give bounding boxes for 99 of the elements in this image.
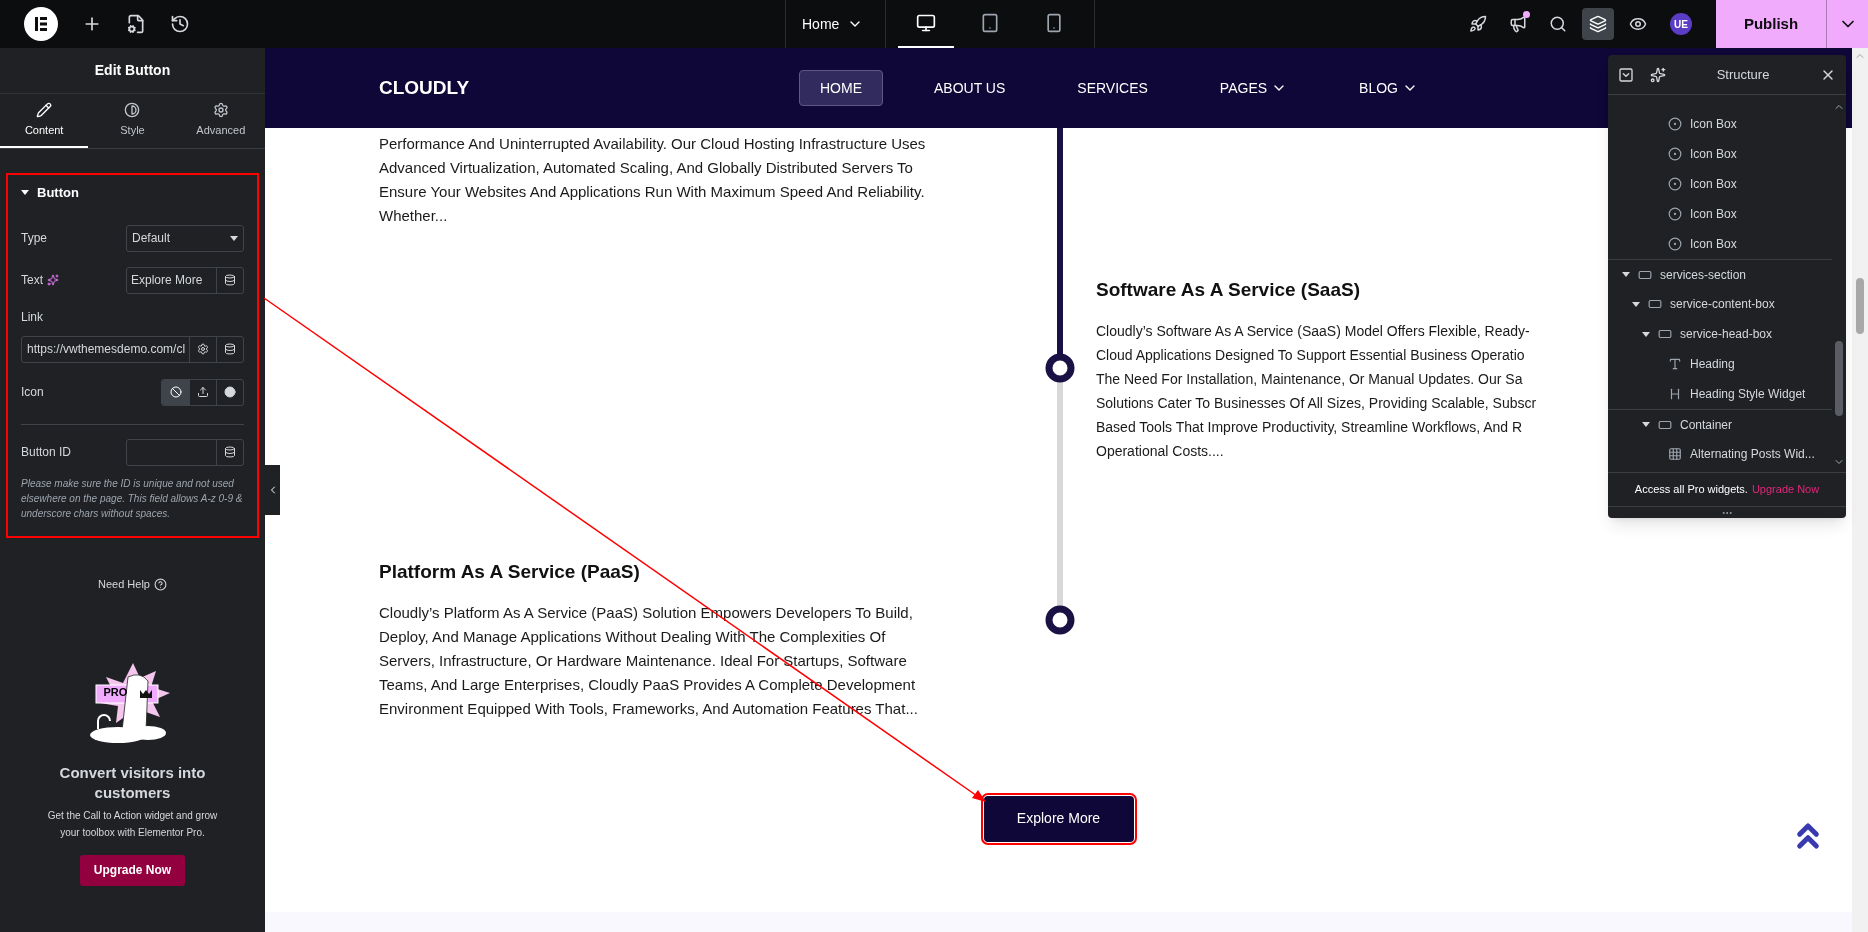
circle-dot-icon: [1668, 237, 1682, 251]
structure-item[interactable]: service-content-box: [1608, 289, 1832, 319]
post-excerpt-line: Operational Costs....: [1096, 441, 1225, 461]
field-label: Type: [21, 230, 47, 247]
post-excerpt-line: Solutions Cater To Businesses Of All Sizes, Providing Scalable, Subscr: [1096, 393, 1538, 413]
post-heading: Platform As A Service (PaaS): [379, 560, 641, 584]
structure-item[interactable]: Container: [1608, 409, 1832, 439]
panel-tab[interactable]: Content: [0, 94, 89, 148]
structure-item[interactable]: Icon Box: [1608, 199, 1832, 229]
container-icon: [1658, 327, 1672, 341]
caret-icon: [1622, 272, 1630, 277]
contrast-icon: [124, 101, 141, 118]
upload-icon: [197, 386, 209, 398]
nav-link[interactable]: BLOG: [1338, 70, 1439, 106]
upgrade-button[interactable]: Upgrade Now: [80, 854, 185, 886]
caret-icon: [1632, 301, 1640, 307]
structure-item[interactable]: Icon Box: [1608, 229, 1832, 259]
heading-icon: [1668, 387, 1682, 401]
post-excerpt-line: Based Tools That Improve Productivity, Streamline Workflows, And R: [1096, 417, 1524, 437]
layers-button[interactable]: [1582, 8, 1614, 40]
structure-item[interactable]: Alternating Posts Wid...: [1608, 439, 1832, 469]
panel-title: Edit Button: [94, 61, 171, 80]
structure-title: Structure: [1715, 65, 1771, 84]
post-heading: Software As A Service (SaaS): [1096, 278, 1360, 302]
promo-text: Access all Pro widgets.: [1634, 482, 1748, 498]
explore-more-button[interactable]: Explore More: [983, 795, 1134, 842]
user-avatar[interactable]: UE: [1670, 13, 1692, 35]
panel-tab[interactable]: Advanced: [176, 94, 265, 148]
scrollbar-thumb[interactable]: [1835, 341, 1843, 416]
nav-link[interactable]: PAGES: [1198, 70, 1309, 106]
settings-icon: [212, 101, 229, 118]
gear-icon: [197, 343, 209, 355]
logo-icon[interactable]: [24, 7, 58, 41]
mobile-icon: [1044, 13, 1064, 33]
sparkle-icon[interactable]: [1650, 66, 1666, 83]
database-icon: [224, 343, 236, 355]
field-label: Button ID: [21, 444, 72, 461]
link-field[interactable]: https://vwthemesdemo.com/cl: [21, 335, 244, 363]
circle-dot-icon: [1668, 177, 1682, 191]
circle-dot-icon: [1668, 207, 1682, 221]
structure-item[interactable]: services-section: [1608, 259, 1832, 289]
layers-icon: [1589, 15, 1607, 33]
caret-icon: [21, 190, 29, 196]
structure-item[interactable]: Heading Style Widget: [1608, 379, 1832, 409]
structure-item[interactable]: Heading: [1608, 349, 1832, 379]
site-logo[interactable]: CLOUDLY: [379, 73, 799, 103]
field-label: Text: [21, 272, 43, 289]
button-id-field[interactable]: [126, 438, 244, 466]
promo-text: Get the Call to Action widget and grow your toolbox with Elementor Pro.: [46, 808, 219, 840]
post-excerpt-line: Cloud Applications Designed To Support Essential Business Operatio: [1096, 345, 1526, 365]
upgrade-link[interactable]: Upgrade Now: [1751, 481, 1820, 498]
text-field[interactable]: Explore More: [126, 266, 244, 294]
post-excerpt-line: Cloudly’s Software As A Service (SaaS) Model Offers Flexible, Ready-: [1096, 321, 1531, 341]
container-icon: [1648, 297, 1662, 311]
nav-link[interactable]: ABOUT US: [913, 70, 1027, 106]
megaphone-icon: [1509, 15, 1527, 33]
section-header[interactable]: Button: [21, 183, 79, 203]
structure-item[interactable]: service-head-box: [1608, 319, 1832, 349]
pencil-icon: [36, 101, 53, 118]
search-icon: [1549, 15, 1567, 33]
structure-item[interactable]: Icon Box: [1608, 169, 1832, 199]
scrollbar-thumb[interactable]: [1856, 278, 1864, 334]
caret-icon: [1642, 331, 1650, 337]
page-settings-icon[interactable]: [126, 14, 146, 34]
structure-item[interactable]: Icon Box: [1608, 139, 1832, 169]
structure-item[interactable]: Icon Box: [1608, 109, 1832, 139]
nav-link[interactable]: HOME: [799, 70, 883, 106]
grid-icon: [1668, 447, 1682, 461]
caret-icon: [230, 235, 238, 241]
rocket-icon: [1469, 15, 1487, 33]
type-select[interactable]: Default: [126, 224, 244, 252]
text-icon: [1668, 357, 1682, 371]
eye-icon: [1629, 15, 1647, 33]
need-help-link[interactable]: Need Help: [98, 576, 150, 593]
field-label: Link: [21, 309, 43, 324]
database-icon: [224, 274, 236, 286]
history-icon[interactable]: [170, 14, 190, 34]
circle-dot-icon: [1668, 117, 1682, 131]
collapse-icon[interactable]: [1618, 66, 1634, 83]
icon-choice-group[interactable]: [161, 378, 244, 406]
database-icon: [224, 446, 236, 458]
icon-option-button[interactable]: [162, 379, 189, 405]
ban-icon: [169, 386, 182, 398]
pro-label: PRO: [103, 686, 128, 698]
circle-icon: [224, 386, 236, 398]
tablet-icon: [980, 13, 1000, 33]
post-excerpt: Performance And Uninterrupted Availability. Our Cloud Hosting Infrastructure Uses Advanced Virtualization, Automated Scaling, And Globally Distributed Servers To Ensure Your Websites And Applications Run With Maximum Speed And Reliability. Whether...: [379, 134, 927, 226]
sparkle-icon[interactable]: [47, 274, 59, 286]
help-icon[interactable]: [154, 577, 167, 591]
caret-icon: [1642, 422, 1650, 427]
nav-link[interactable]: SERVICES: [1056, 70, 1169, 106]
circle-dot-icon: [1668, 147, 1682, 161]
help-text: Please make sure the ID is unique and not used elsewhere on the page. This field allows A-z 0-9 & underscore chars without spaces.: [21, 476, 244, 521]
panel-tab[interactable]: Style: [88, 94, 177, 148]
desktop-icon: [916, 13, 936, 33]
promo-title: Convert visitors into customers: [58, 762, 207, 803]
field-label: Icon: [21, 384, 44, 401]
post-excerpt-line: The Need For Installation, Maintenance, Or Manual Updates. Our Sa: [1096, 369, 1524, 389]
collapse-panel-handle[interactable]: [265, 465, 280, 515]
